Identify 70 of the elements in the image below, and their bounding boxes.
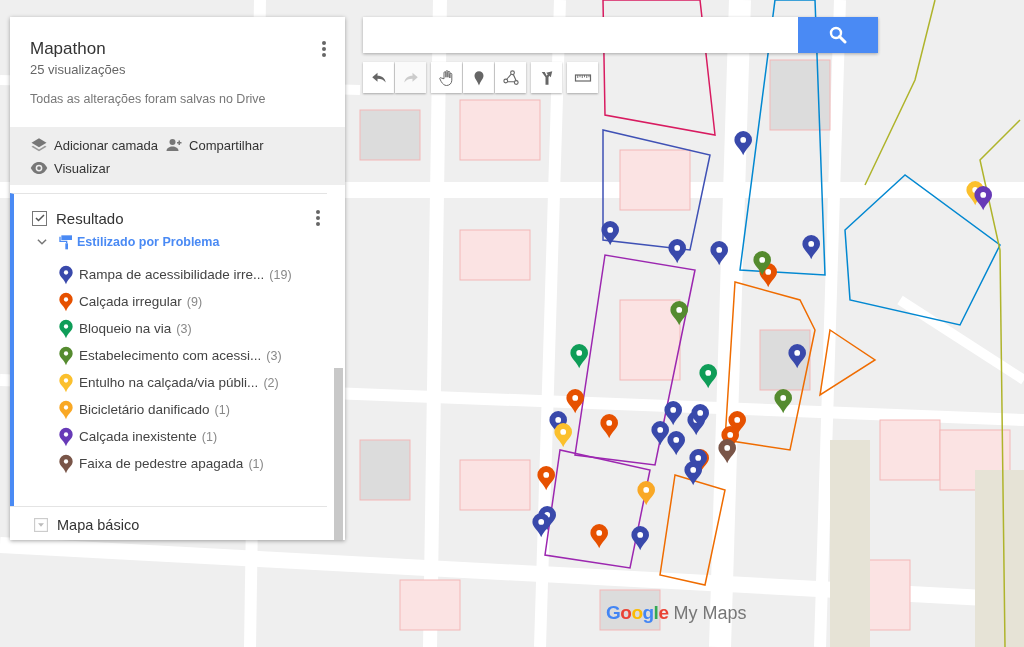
dropdown-icon	[34, 518, 48, 532]
legend-item[interactable]: Estabelecimento com acessi... (3)	[58, 342, 327, 369]
map-pin[interactable]	[734, 131, 752, 156]
area-outline	[819, 328, 877, 397]
map-pin[interactable]	[670, 301, 688, 326]
map-pin[interactable]	[802, 235, 820, 260]
route-button[interactable]	[531, 62, 562, 93]
legend-item[interactable]: Calçada inexistente (1)	[58, 423, 327, 450]
layer-action-button[interactable]: Adicionar camada	[30, 136, 159, 154]
map-pin[interactable]	[600, 414, 618, 439]
legend-item[interactable]: Entulho na calçada/via públi... (2)	[58, 369, 327, 396]
base-map-row[interactable]: Mapa básico	[10, 506, 327, 540]
building-shape	[359, 109, 421, 161]
map-pin-cluster[interactable]	[718, 411, 746, 464]
search-button[interactable]	[798, 17, 878, 53]
search-icon	[829, 26, 847, 44]
layer-checkbox[interactable]	[32, 210, 47, 226]
eye-icon	[30, 159, 48, 177]
line-button[interactable]	[495, 62, 526, 93]
building-shape	[759, 329, 811, 391]
more-menu-button[interactable]	[319, 40, 329, 58]
marker-button[interactable]	[463, 62, 494, 93]
polyline-icon	[501, 68, 520, 87]
add-person-icon	[165, 136, 184, 154]
logo-text: Google My Maps	[606, 602, 747, 624]
share-action-button[interactable]: Compartilhar	[165, 136, 264, 154]
building-shape	[459, 459, 531, 511]
map-pin[interactable]	[570, 344, 588, 369]
map-pin-cluster[interactable]	[651, 401, 709, 456]
map-title[interactable]: Mapathon	[30, 39, 106, 59]
map-pin[interactable]	[601, 221, 619, 246]
more-icon	[322, 41, 326, 57]
map-pin[interactable]	[774, 389, 792, 414]
map-pin[interactable]	[668, 239, 686, 264]
map-pin[interactable]	[590, 524, 608, 549]
map-pin-cluster[interactable]	[753, 251, 777, 288]
legend-item[interactable]: Bicicletário danificado (1)	[58, 396, 327, 423]
building-shape	[879, 419, 941, 481]
paint-roller-icon	[58, 234, 74, 250]
map-pin[interactable]	[537, 466, 555, 491]
legend-item[interactable]: Bloqueio na via (3)	[58, 315, 327, 342]
scrollbar[interactable]	[334, 368, 343, 540]
map-pin[interactable]	[788, 344, 806, 369]
building-shape	[399, 579, 461, 631]
map-pin-cluster[interactable]	[549, 389, 584, 448]
layer-menu-button[interactable]	[313, 209, 323, 227]
map-pin-cluster[interactable]	[966, 181, 992, 211]
building-shape	[459, 229, 531, 281]
undo-button[interactable]	[363, 62, 394, 93]
checkmark-icon	[33, 212, 46, 224]
legend-item[interactable]: Calçada irregular (9)	[58, 288, 327, 315]
layers-icon	[30, 136, 48, 154]
building-shape	[359, 439, 411, 501]
map-pin-cluster[interactable]	[532, 506, 556, 538]
preview-action-button[interactable]: Visualizar	[30, 159, 111, 177]
layer-name[interactable]: Resultado	[56, 209, 313, 227]
ruler-button[interactable]	[567, 62, 598, 93]
legend-item[interactable]: Faixa de pedestre apagada (1)	[58, 450, 327, 477]
building-shape	[619, 149, 691, 211]
search-field[interactable]	[363, 17, 798, 53]
map-pin[interactable]	[631, 526, 649, 551]
map-pin[interactable]	[699, 364, 717, 389]
more-icon	[316, 210, 320, 226]
view-count: 25 visualizações	[30, 62, 127, 77]
building-shape	[769, 59, 831, 131]
legend-item[interactable]: Rampa de acessibilidade irre... (19)	[58, 261, 327, 288]
map-pin-cluster[interactable]	[684, 449, 709, 486]
hand-button[interactable]	[431, 62, 462, 93]
save-status: Todas as alterações foram salvas no Drive	[30, 92, 267, 106]
map-pin[interactable]	[710, 241, 728, 266]
